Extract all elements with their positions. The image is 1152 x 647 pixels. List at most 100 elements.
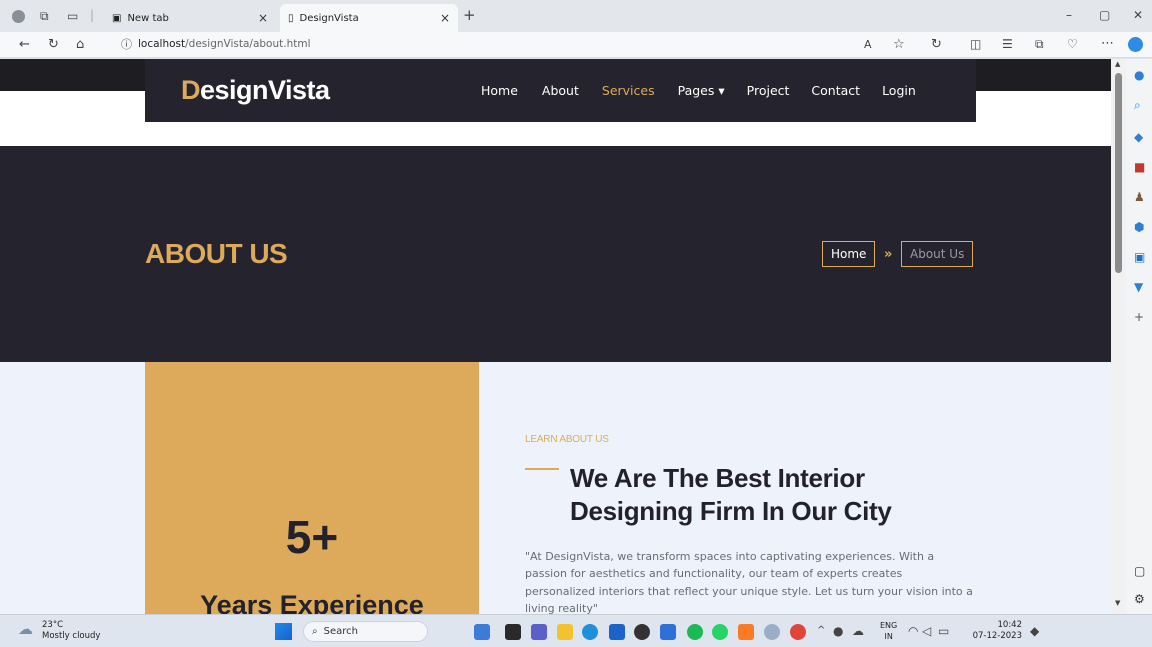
nav-pages[interactable]: Pages ▾ xyxy=(678,83,725,98)
split-screen-icon[interactable]: ◫ xyxy=(970,38,981,50)
show-hidden-icons[interactable]: ^ xyxy=(817,626,825,636)
new-tab-button[interactable]: + xyxy=(463,8,476,23)
microsoft-365-icon[interactable]: ⬢ xyxy=(1134,221,1144,233)
scroll-down-icon[interactable]: ▼ xyxy=(1115,600,1120,607)
breadcrumb-current: About Us xyxy=(901,241,974,267)
lang-top: ENG xyxy=(880,621,898,630)
weather-desc: Mostly cloudy xyxy=(42,631,101,641)
task-view-icon[interactable] xyxy=(505,624,521,640)
tab-label: DesignVista xyxy=(299,12,359,24)
nav-contact[interactable]: Contact xyxy=(811,83,860,98)
section-label: LEARN ABOUT US xyxy=(525,434,609,445)
workspaces-icon[interactable]: ⧉ xyxy=(40,10,49,22)
tab-divider: | xyxy=(90,8,95,22)
spotify-icon[interactable] xyxy=(687,624,703,640)
tray-app-icon[interactable]: ● xyxy=(833,625,843,637)
nav-about[interactable]: About xyxy=(542,83,579,98)
collections-icon[interactable]: ⧉ xyxy=(1035,38,1044,50)
edge-icon[interactable] xyxy=(582,624,598,640)
drop-icon[interactable]: ▼ xyxy=(1134,281,1143,293)
info-icon[interactable]: ⓘ xyxy=(121,39,132,50)
clock-time: 10:42 xyxy=(997,620,1023,630)
section-text: "At DesignVista, we transform spaces int… xyxy=(525,550,973,614)
outlook-icon[interactable]: ▣ xyxy=(1134,251,1145,263)
favorites-icon[interactable]: ☰ xyxy=(1002,38,1013,50)
home-icon[interactable]: ⌂ xyxy=(76,38,84,51)
brand-logo[interactable]: DesignVista xyxy=(181,75,330,106)
notification-bell-icon[interactable]: ◆ xyxy=(1030,625,1039,637)
brand-initial: D xyxy=(181,75,201,105)
wifi-icon[interactable]: ◠ xyxy=(908,625,918,637)
address-field[interactable]: localhost/designVista/about.html xyxy=(138,38,311,50)
close-window-button[interactable]: ✕ xyxy=(1133,9,1143,21)
store-icon[interactable] xyxy=(609,624,625,640)
minimize-button[interactable]: – xyxy=(1066,9,1072,21)
clock-date: 07-12-2023 xyxy=(972,631,1022,641)
scroll-up-icon[interactable]: ▲ xyxy=(1115,61,1120,68)
vscode-icon[interactable] xyxy=(660,624,676,640)
add-sidebar-app-icon[interactable]: + xyxy=(1134,311,1144,323)
page-scrollbar[interactable]: ▲ ▼ xyxy=(1111,59,1126,614)
sidebar-layout-icon[interactable]: ▢ xyxy=(1134,565,1145,577)
nav-project[interactable]: Project xyxy=(747,83,790,98)
tab-new-tab[interactable]: ▣ New tab × xyxy=(104,4,276,32)
section-heading: We Are The Best Interior Designing Firm … xyxy=(570,463,892,526)
profile-icon[interactable] xyxy=(12,10,25,23)
experience-number: 5+ xyxy=(285,511,339,563)
about-section: 5+ Years Experience LEARN ABOUT US We Ar… xyxy=(0,362,1111,614)
refresh-icon[interactable]: ↻ xyxy=(48,38,59,51)
notifications-icon[interactable]: ● xyxy=(1134,69,1144,81)
brand-rest: esignVista xyxy=(200,75,330,105)
more-icon[interactable]: ⋯ xyxy=(1101,37,1114,50)
file-explorer-icon[interactable] xyxy=(557,624,573,640)
photos-icon[interactable] xyxy=(764,624,780,640)
weather-widget[interactable]: 23°C Mostly cloudy xyxy=(42,620,100,642)
whatsapp-icon[interactable] xyxy=(712,624,728,640)
tab-actions-icon[interactable]: ▭ xyxy=(67,10,78,22)
nav-login[interactable]: Login xyxy=(882,83,916,98)
back-icon[interactable]: ← xyxy=(19,38,30,51)
tab-designvista[interactable]: ▯ DesignVista × xyxy=(280,4,458,32)
windows-start-icon[interactable] xyxy=(275,623,292,640)
sidebar-settings-icon[interactable]: ⚙ xyxy=(1134,593,1145,605)
chrome-icon[interactable] xyxy=(790,624,806,640)
teams-icon[interactable] xyxy=(531,624,547,640)
close-tab-icon[interactable]: × xyxy=(258,11,268,25)
tray-cloud-icon[interactable]: ☁ xyxy=(852,625,864,637)
experience-label: Years Experience xyxy=(200,590,424,614)
weather-icon[interactable]: ☁ xyxy=(18,622,33,637)
lang-bottom: IN xyxy=(884,632,893,641)
scrollbar-thumb[interactable] xyxy=(1115,73,1122,273)
search-icon[interactable]: ⌕ xyxy=(1134,99,1141,111)
shopping-icon[interactable]: ◆ xyxy=(1134,131,1143,143)
site-navbar: DesignVista Home About Services Pages ▾ … xyxy=(145,59,976,122)
copilot-app-icon[interactable] xyxy=(474,624,490,640)
games-icon[interactable]: ♟ xyxy=(1134,191,1145,203)
experience-box: 5+ Years Experience xyxy=(145,362,479,614)
favorite-star-icon[interactable]: ☆ xyxy=(893,38,905,51)
breadcrumb-home[interactable]: Home xyxy=(822,241,876,267)
nav-home[interactable]: Home xyxy=(481,83,518,98)
browser-toolbar: ← ↻ ⌂ ⓘ localhost/designVista/about.html… xyxy=(0,32,1152,58)
breadcrumb-separator-icon: » xyxy=(884,247,893,262)
close-tab-icon[interactable]: × xyxy=(440,11,450,25)
page-hero: ABOUT US Home » About Us xyxy=(0,146,1111,362)
language-indicator[interactable]: ENG IN xyxy=(880,620,897,642)
restore-button[interactable]: ▢ xyxy=(1099,9,1110,21)
extensions-icon[interactable]: ↻ xyxy=(931,38,942,51)
app-icon[interactable] xyxy=(634,624,650,640)
xampp-icon[interactable] xyxy=(738,624,754,640)
nav-services[interactable]: Services xyxy=(602,83,655,98)
read-aloud-icon[interactable]: A xyxy=(864,39,872,50)
tab-label: New tab xyxy=(127,12,169,24)
volume-icon[interactable]: ◁ xyxy=(922,625,931,637)
performance-icon[interactable]: ♡ xyxy=(1067,38,1078,50)
taskbar-search[interactable]: ⌕ Search xyxy=(303,621,428,642)
clock[interactable]: 10:42 07-12-2023 xyxy=(960,620,1022,642)
page-title: ABOUT US xyxy=(145,238,288,269)
battery-icon[interactable]: ▭ xyxy=(938,625,949,637)
search-icon: ⌕ xyxy=(312,626,318,637)
copilot-icon[interactable] xyxy=(1128,37,1143,52)
tools-icon[interactable]: ■ xyxy=(1134,161,1145,173)
windows-taskbar: ☁ 23°C Mostly cloudy ⌕ Search ^ ● ☁ ENG I… xyxy=(0,614,1152,647)
